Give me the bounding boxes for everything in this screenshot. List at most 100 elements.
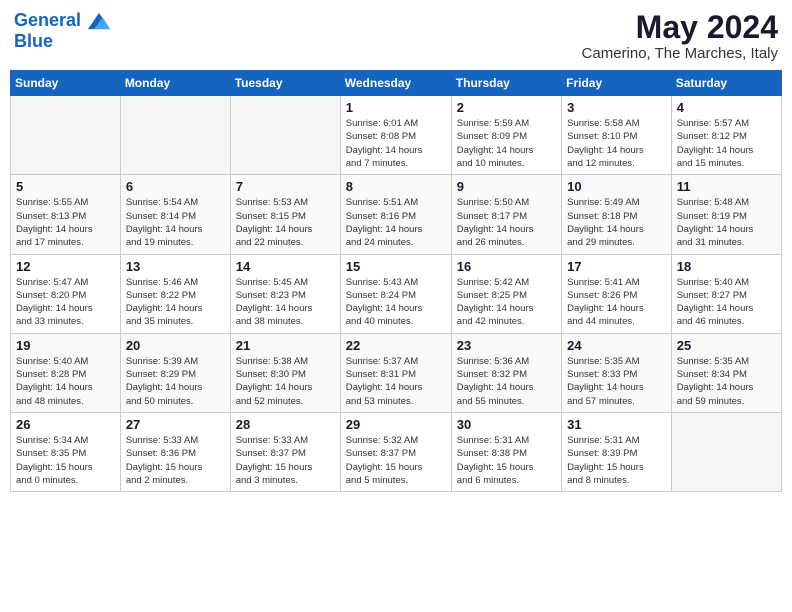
day-number: 20 <box>126 338 225 353</box>
calendar-week-row: 1Sunrise: 6:01 AMSunset: 8:08 PMDaylight… <box>11 96 782 175</box>
day-info: Sunrise: 6:01 AMSunset: 8:08 PMDaylight:… <box>346 117 446 170</box>
day-info: Sunrise: 5:32 AMSunset: 8:37 PMDaylight:… <box>346 434 446 487</box>
calendar-day-cell: 29 Sunrise: 5:32 AMSunset: 8:37 PMDayligh… <box>340 412 451 491</box>
calendar-day-cell: 4Sunrise: 5:57 AMSunset: 8:12 PMDaylight… <box>671 96 781 175</box>
day-info: Sunrise: 5:55 AMSunset: 8:13 PMDaylight:… <box>16 196 115 249</box>
day-number: 24 <box>567 338 666 353</box>
title-section: May 2024 Camerino, The Marches, Italy <box>582 10 778 62</box>
calendar-day-cell: 6 Sunrise: 5:54 AMSunset: 8:14 PMDaylight… <box>120 175 230 254</box>
calendar-day-cell: 14 Sunrise: 5:45 AMSunset: 8:23 PMDayligh… <box>230 254 340 333</box>
weekday-header-saturday: Saturday <box>671 71 781 96</box>
calendar-day-cell: 2 Sunrise: 5:59 AMSunset: 8:09 PMDaylight… <box>451 96 561 175</box>
calendar-day-cell: 13Sunrise: 5:46 AMSunset: 8:22 PMDayligh… <box>120 254 230 333</box>
day-info: Sunrise: 5:34 AMSunset: 8:35 PMDaylight:… <box>16 434 115 487</box>
day-info: Sunrise: 5:53 AMSunset: 8:15 PMDaylight:… <box>236 196 335 249</box>
day-number: 12 <box>16 259 115 274</box>
day-info: Sunrise: 5:43 AMSunset: 8:24 PMDaylight:… <box>346 276 446 329</box>
calendar-day-cell <box>671 412 781 491</box>
day-info: Sunrise: 5:33 AMSunset: 8:36 PMDaylight:… <box>126 434 225 487</box>
calendar-day-cell: 16 Sunrise: 5:42 AMSunset: 8:25 PMDayligh… <box>451 254 561 333</box>
calendar-day-cell: 21 Sunrise: 5:38 AMSunset: 8:30 PMDayligh… <box>230 333 340 412</box>
calendar-day-cell: 28 Sunrise: 5:33 AMSunset: 8:37 PMDayligh… <box>230 412 340 491</box>
day-number: 22 <box>346 338 446 353</box>
calendar-day-cell: 10Sunrise: 5:49 AMSunset: 8:18 PMDayligh… <box>562 175 672 254</box>
calendar-week-row: 26 Sunrise: 5:34 AMSunset: 8:35 PMDayligh… <box>11 412 782 491</box>
calendar-week-row: 12 Sunrise: 5:47 AMSunset: 8:20 PMDayligh… <box>11 254 782 333</box>
day-number: 29 <box>346 417 446 432</box>
day-number: 3 <box>567 100 666 115</box>
day-number: 30 <box>457 417 556 432</box>
day-info: Sunrise: 5:40 AMSunset: 8:28 PMDaylight:… <box>16 355 115 408</box>
logo-text: General <box>14 10 110 32</box>
day-info: Sunrise: 5:42 AMSunset: 8:25 PMDaylight:… <box>457 276 556 329</box>
day-info: Sunrise: 5:58 AMSunset: 8:10 PMDaylight:… <box>567 117 666 170</box>
weekday-header-thursday: Thursday <box>451 71 561 96</box>
calendar-day-cell: 17Sunrise: 5:41 AMSunset: 8:26 PMDayligh… <box>562 254 672 333</box>
weekday-header-friday: Friday <box>562 71 672 96</box>
day-number: 25 <box>677 338 776 353</box>
calendar-day-cell: 30 Sunrise: 5:31 AMSunset: 8:38 PMDayligh… <box>451 412 561 491</box>
day-number: 17 <box>567 259 666 274</box>
calendar-day-cell <box>11 96 121 175</box>
day-info: Sunrise: 5:40 AMSunset: 8:27 PMDaylight:… <box>677 276 776 329</box>
day-info: Sunrise: 5:46 AMSunset: 8:22 PMDaylight:… <box>126 276 225 329</box>
day-number: 27 <box>126 417 225 432</box>
weekday-header-monday: Monday <box>120 71 230 96</box>
day-info: Sunrise: 5:54 AMSunset: 8:14 PMDaylight:… <box>126 196 225 249</box>
calendar-day-cell: 26 Sunrise: 5:34 AMSunset: 8:35 PMDayligh… <box>11 412 121 491</box>
day-info: Sunrise: 5:45 AMSunset: 8:23 PMDaylight:… <box>236 276 335 329</box>
day-info: Sunrise: 5:47 AMSunset: 8:20 PMDaylight:… <box>16 276 115 329</box>
day-number: 4 <box>677 100 776 115</box>
calendar-day-cell: 7 Sunrise: 5:53 AMSunset: 8:15 PMDaylight… <box>230 175 340 254</box>
calendar-day-cell <box>230 96 340 175</box>
calendar-day-cell: 23Sunrise: 5:36 AMSunset: 8:32 PMDayligh… <box>451 333 561 412</box>
day-number: 14 <box>236 259 335 274</box>
calendar-day-cell: 25 Sunrise: 5:35 AMSunset: 8:34 PMDayligh… <box>671 333 781 412</box>
day-number: 5 <box>16 179 115 194</box>
calendar-day-cell: 1Sunrise: 6:01 AMSunset: 8:08 PMDaylight… <box>340 96 451 175</box>
calendar-day-cell: 31Sunrise: 5:31 AMSunset: 8:39 PMDayligh… <box>562 412 672 491</box>
day-info: Sunrise: 5:38 AMSunset: 8:30 PMDaylight:… <box>236 355 335 408</box>
weekday-header-sunday: Sunday <box>11 71 121 96</box>
weekday-header-wednesday: Wednesday <box>340 71 451 96</box>
day-number: 7 <box>236 179 335 194</box>
day-info: Sunrise: 5:35 AMSunset: 8:34 PMDaylight:… <box>677 355 776 408</box>
calendar-day-cell: 22 Sunrise: 5:37 AMSunset: 8:31 PMDayligh… <box>340 333 451 412</box>
page-header: General Blue May 2024 Camerino, The Marc… <box>10 10 782 62</box>
day-number: 18 <box>677 259 776 274</box>
day-number: 26 <box>16 417 115 432</box>
day-number: 6 <box>126 179 225 194</box>
day-info: Sunrise: 5:49 AMSunset: 8:18 PMDaylight:… <box>567 196 666 249</box>
day-number: 19 <box>16 338 115 353</box>
day-info: Sunrise: 5:39 AMSunset: 8:29 PMDaylight:… <box>126 355 225 408</box>
calendar-table: SundayMondayTuesdayWednesdayThursdayFrid… <box>10 70 782 492</box>
calendar-day-cell: 19 Sunrise: 5:40 AMSunset: 8:28 PMDayligh… <box>11 333 121 412</box>
day-info: Sunrise: 5:33 AMSunset: 8:37 PMDaylight:… <box>236 434 335 487</box>
day-info: Sunrise: 5:51 AMSunset: 8:16 PMDaylight:… <box>346 196 446 249</box>
logo: General Blue <box>14 10 110 52</box>
day-number: 9 <box>457 179 556 194</box>
day-info: Sunrise: 5:59 AMSunset: 8:09 PMDaylight:… <box>457 117 556 170</box>
calendar-day-cell: 24Sunrise: 5:35 AMSunset: 8:33 PMDayligh… <box>562 333 672 412</box>
day-info: Sunrise: 5:37 AMSunset: 8:31 PMDaylight:… <box>346 355 446 408</box>
calendar-day-cell: 15 Sunrise: 5:43 AMSunset: 8:24 PMDayligh… <box>340 254 451 333</box>
day-number: 15 <box>346 259 446 274</box>
day-info: Sunrise: 5:31 AMSunset: 8:38 PMDaylight:… <box>457 434 556 487</box>
day-number: 23 <box>457 338 556 353</box>
calendar-day-cell: 9Sunrise: 5:50 AMSunset: 8:17 PMDaylight… <box>451 175 561 254</box>
calendar-day-cell: 3 Sunrise: 5:58 AMSunset: 8:10 PMDaylight… <box>562 96 672 175</box>
calendar-day-cell: 27 Sunrise: 5:33 AMSunset: 8:36 PMDayligh… <box>120 412 230 491</box>
weekday-header-tuesday: Tuesday <box>230 71 340 96</box>
logo-text-blue: Blue <box>14 32 110 52</box>
day-number: 21 <box>236 338 335 353</box>
day-number: 28 <box>236 417 335 432</box>
day-number: 31 <box>567 417 666 432</box>
day-number: 8 <box>346 179 446 194</box>
calendar-day-cell: 5 Sunrise: 5:55 AMSunset: 8:13 PMDaylight… <box>11 175 121 254</box>
calendar-week-row: 5 Sunrise: 5:55 AMSunset: 8:13 PMDaylight… <box>11 175 782 254</box>
day-number: 2 <box>457 100 556 115</box>
calendar-day-cell: 11Sunrise: 5:48 AMSunset: 8:19 PMDayligh… <box>671 175 781 254</box>
day-number: 11 <box>677 179 776 194</box>
day-number: 16 <box>457 259 556 274</box>
month-year-title: May 2024 <box>582 10 778 45</box>
